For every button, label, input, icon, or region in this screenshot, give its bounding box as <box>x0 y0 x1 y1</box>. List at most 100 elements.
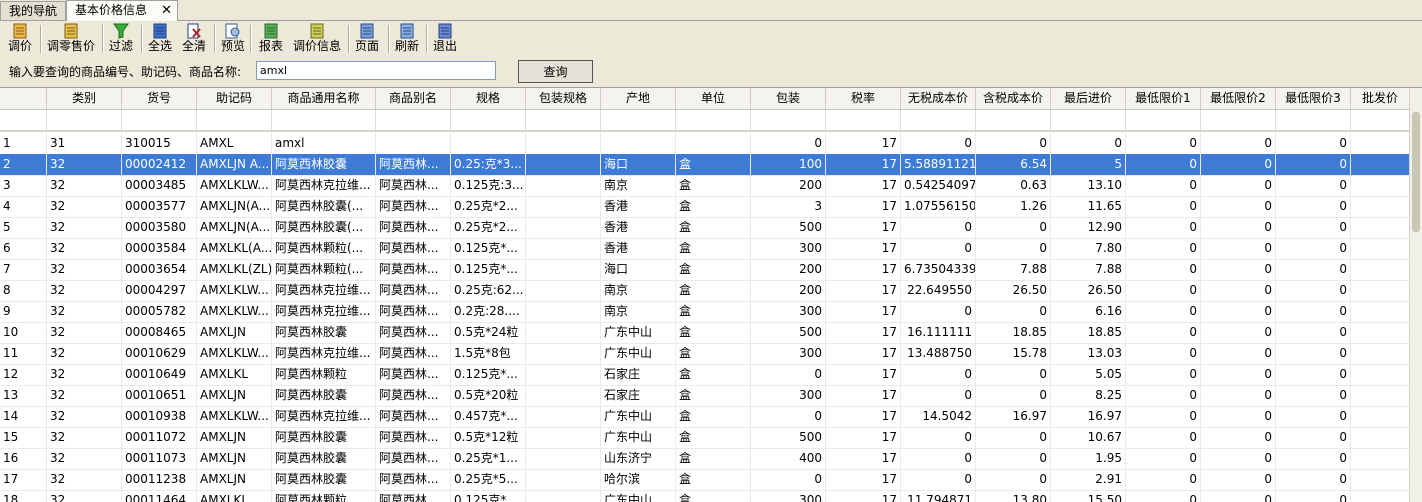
filter-cell[interactable] <box>751 110 826 130</box>
table-cell[interactable]: 阿莫西林... <box>376 238 451 259</box>
price-adjust-button[interactable]: 调价 <box>6 23 34 55</box>
table-cell[interactable]: 南京 <box>601 280 676 301</box>
table-cell[interactable]: 100 <box>751 154 826 175</box>
filter-cell[interactable] <box>976 110 1051 130</box>
row-number-cell[interactable]: 14 <box>0 406 47 427</box>
clear-all-button[interactable]: 全清 <box>180 23 208 55</box>
table-cell[interactable]: 0 <box>1126 175 1201 196</box>
table-cell[interactable]: 0 <box>1201 343 1276 364</box>
table-cell[interactable]: 0.125克*... <box>451 259 526 280</box>
table-cell[interactable]: 0 <box>1126 238 1201 259</box>
table-cell[interactable]: 0 <box>901 133 976 154</box>
table-cell[interactable]: 0 <box>1201 448 1276 469</box>
table-cell[interactable]: 盒 <box>676 154 751 175</box>
table-cell[interactable]: 17 <box>826 427 901 448</box>
table-cell[interactable]: 0 <box>1276 259 1351 280</box>
column-header[interactable]: 类别 <box>47 88 122 109</box>
table-cell[interactable]: 0 <box>901 469 976 490</box>
table-cell[interactable]: 13.10 <box>1051 175 1126 196</box>
table-cell[interactable]: 7.88 <box>976 259 1051 280</box>
table-cell[interactable]: 0.125克*... <box>451 238 526 259</box>
table-cell[interactable]: 阿莫西林胶囊 <box>272 469 376 490</box>
report-button[interactable]: 报表 <box>256 23 286 55</box>
table-cell[interactable]: 15.78 <box>976 343 1051 364</box>
table-cell[interactable]: 阿莫西林... <box>376 259 451 280</box>
table-cell[interactable]: 500 <box>751 322 826 343</box>
table-cell[interactable]: AMXLKLW... <box>197 175 272 196</box>
filter-cell[interactable] <box>0 110 47 130</box>
table-cell[interactable]: 盒 <box>676 301 751 322</box>
column-header[interactable]: 批发价 <box>1351 88 1410 109</box>
column-header[interactable] <box>0 88 47 109</box>
table-cell[interactable]: 32 <box>47 238 122 259</box>
table-cell[interactable]: 阿莫西林克拉维... <box>272 301 376 322</box>
table-cell[interactable] <box>526 322 601 343</box>
table-row[interactable]: 16 32 00011073 AMXLJN 阿莫西林胶囊 阿莫西林... 0.25克*1..… <box>0 448 1410 470</box>
table-cell[interactable] <box>526 175 601 196</box>
table-cell[interactable] <box>1351 448 1410 469</box>
table-cell[interactable]: 00011073 <box>122 448 197 469</box>
preview-button[interactable]: 预览 <box>219 23 247 55</box>
table-cell[interactable]: 300 <box>751 490 826 502</box>
table-cell[interactable]: 00010649 <box>122 364 197 385</box>
table-cell[interactable]: 1.5克*8包 <box>451 343 526 364</box>
table-cell[interactable]: 11.65 <box>1051 196 1126 217</box>
table-cell[interactable]: 广东中山 <box>601 343 676 364</box>
table-cell[interactable]: 0 <box>1201 154 1276 175</box>
table-cell[interactable]: 5 <box>1051 154 1126 175</box>
table-cell[interactable]: AMXLJN A... <box>197 154 272 175</box>
table-cell[interactable]: 0.25克*5... <box>451 469 526 490</box>
vertical-scrollbar[interactable] <box>1409 88 1422 502</box>
table-cell[interactable]: 广东中山 <box>601 427 676 448</box>
table-cell[interactable]: 0 <box>1126 217 1201 238</box>
table-cell[interactable]: 18.85 <box>1051 322 1126 343</box>
tab-basic-price-info[interactable]: 基本价格信息 ✕ <box>66 0 178 21</box>
table-cell[interactable]: 15.50 <box>1051 490 1126 502</box>
table-cell[interactable]: 310015 <box>122 133 197 154</box>
column-header[interactable]: 货号 <box>122 88 197 109</box>
table-cell[interactable]: 17 <box>826 133 901 154</box>
table-cell[interactable]: 0 <box>901 238 976 259</box>
table-cell[interactable]: 0 <box>976 448 1051 469</box>
table-cell[interactable]: 盒 <box>676 238 751 259</box>
table-cell[interactable] <box>1351 133 1410 154</box>
filter-cell[interactable] <box>1126 110 1201 130</box>
table-cell[interactable]: 0 <box>976 469 1051 490</box>
table-cell[interactable]: 0.54254097 <box>901 175 976 196</box>
table-cell[interactable] <box>1351 490 1410 502</box>
table-cell[interactable]: 00003580 <box>122 217 197 238</box>
table-cell[interactable]: 0 <box>1201 133 1276 154</box>
row-number-cell[interactable]: 13 <box>0 385 47 406</box>
table-cell[interactable]: 17 <box>826 364 901 385</box>
table-cell[interactable]: 哈尔滨 <box>601 469 676 490</box>
table-cell[interactable]: 32 <box>47 280 122 301</box>
select-all-button[interactable]: 全选 <box>146 23 174 55</box>
table-cell[interactable] <box>1351 343 1410 364</box>
table-cell[interactable]: 0 <box>1126 154 1201 175</box>
row-number-cell[interactable]: 11 <box>0 343 47 364</box>
column-header[interactable]: 包装 <box>751 88 826 109</box>
table-cell[interactable]: 阿莫西林颗粒(... <box>272 259 376 280</box>
table-row[interactable]: 2 32 00002412 AMXLJN A... 阿莫西林胶囊 阿莫西林... 0.25:… <box>0 154 1410 176</box>
table-cell[interactable]: 0 <box>976 301 1051 322</box>
table-cell[interactable] <box>526 427 601 448</box>
table-cell[interactable]: 山东济宁 <box>601 448 676 469</box>
table-cell[interactable]: 0 <box>751 406 826 427</box>
table-cell[interactable]: 0 <box>1201 217 1276 238</box>
table-cell[interactable]: AMXLJN(A... <box>197 217 272 238</box>
table-row[interactable]: 12 32 00010649 AMXLKL 阿莫西林颗粒 阿莫西林... 0.125克*..… <box>0 364 1410 386</box>
row-number-cell[interactable]: 9 <box>0 301 47 322</box>
table-cell[interactable]: 00008465 <box>122 322 197 343</box>
table-cell[interactable]: 0 <box>976 385 1051 406</box>
table-cell[interactable]: 阿莫西林... <box>376 343 451 364</box>
table-cell[interactable]: 阿莫西林胶囊 <box>272 322 376 343</box>
table-cell[interactable]: 0 <box>1126 385 1201 406</box>
exit-button[interactable]: 退出 <box>430 23 460 55</box>
table-row[interactable]: 8 32 00004297 AMXLKLW... 阿莫西林克拉维... 阿莫西林... 0.… <box>0 280 1410 302</box>
table-cell[interactable]: 8.25 <box>1051 385 1126 406</box>
table-cell[interactable]: 32 <box>47 469 122 490</box>
table-cell[interactable]: 00011238 <box>122 469 197 490</box>
query-button[interactable]: 查询 <box>518 60 593 83</box>
filter-cell[interactable] <box>1351 110 1410 130</box>
table-cell[interactable]: 17 <box>826 196 901 217</box>
